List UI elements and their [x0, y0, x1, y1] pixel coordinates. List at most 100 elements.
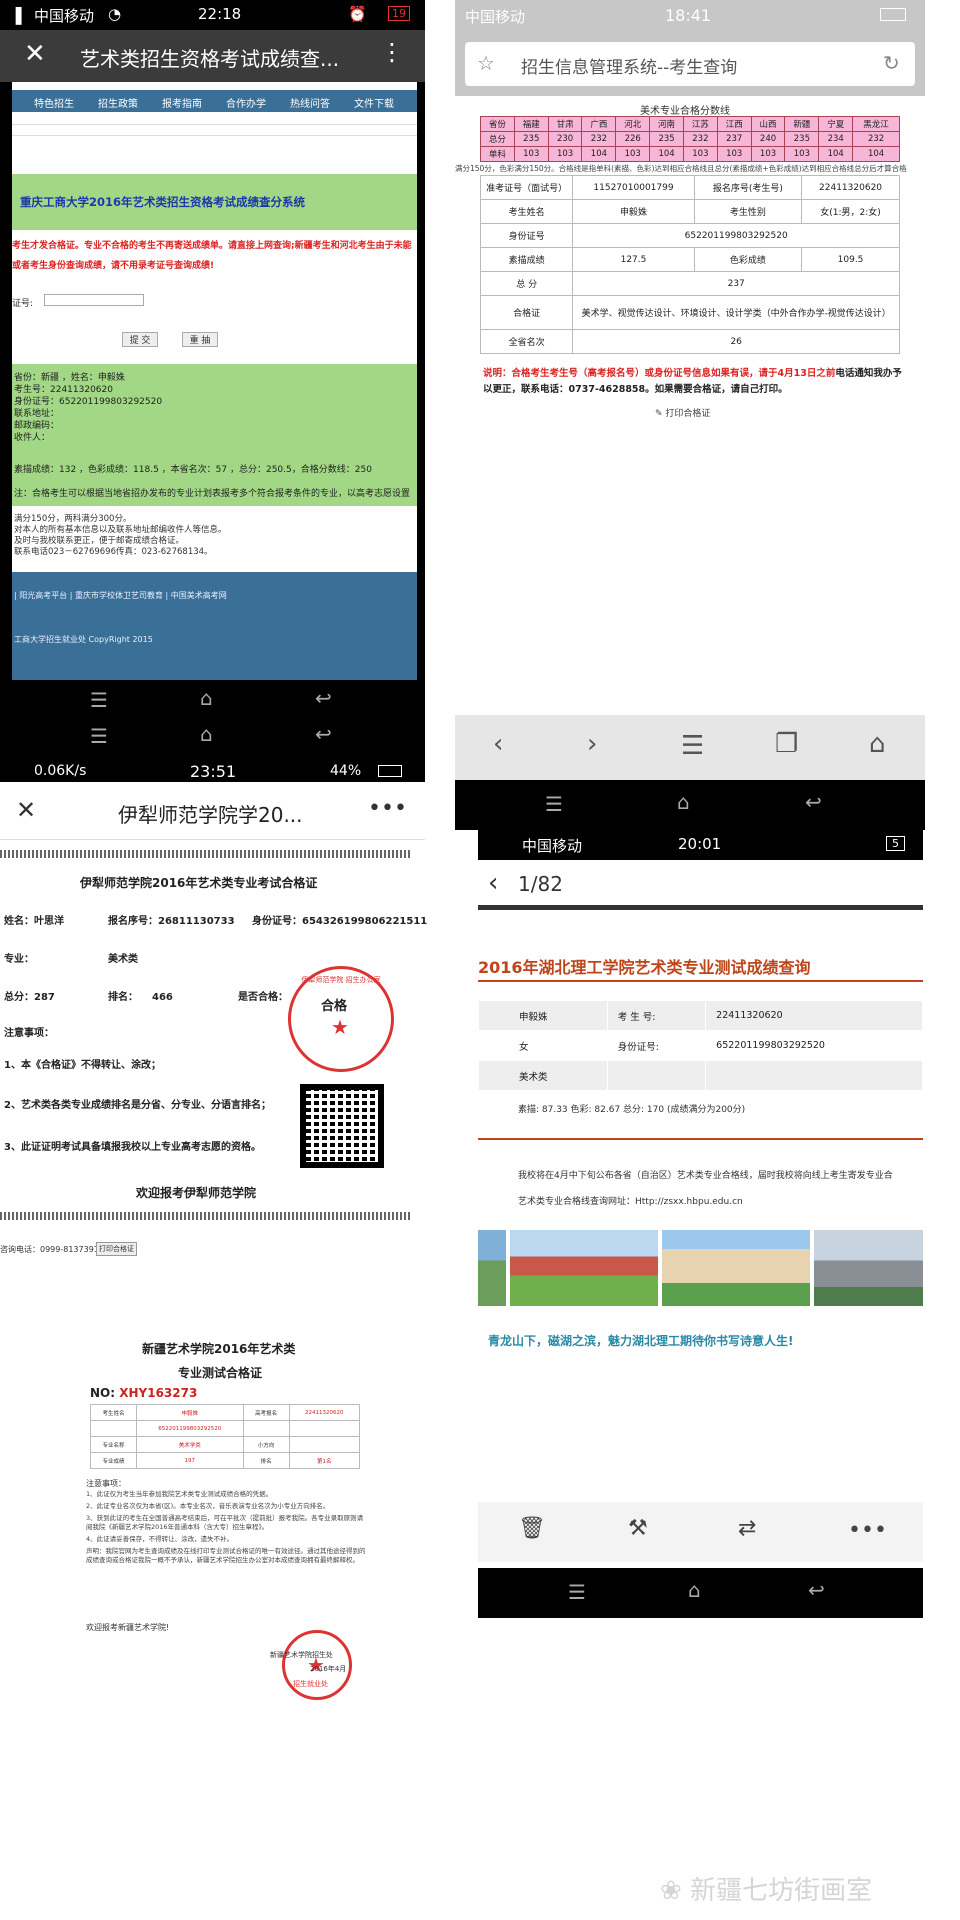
result-label: 报名序号(考生号)	[693, 175, 803, 200]
result-value: 11527010001799	[572, 175, 695, 200]
trash-icon[interactable]: 🗑	[518, 1516, 546, 1541]
more-icon[interactable]: ⋮	[380, 38, 404, 66]
cert-grid-label: 高考报名	[242, 1404, 290, 1421]
nav-item-guide[interactable]: 报考指南	[158, 90, 222, 112]
page-title: 伊犁师范学院学20...	[118, 803, 303, 827]
cert-grid-value: 第1名	[288, 1452, 361, 1469]
result-label: 全省名次	[479, 329, 574, 354]
id-input[interactable]	[44, 294, 144, 306]
line-table: 省份 福建 甘肃 广西 河北 河南 江苏 江西 山西 新疆 宁夏 黑龙江 总分 235 230 232 226 2…	[480, 116, 900, 162]
more-icon[interactable]: •••	[848, 1518, 887, 1543]
result-row: 身份证号 652201199803292520	[479, 223, 900, 248]
star-icon[interactable]: ☆	[477, 51, 495, 75]
page-header: ‹ 1/82	[478, 860, 923, 910]
menu-icon[interactable]: ☰	[681, 731, 704, 761]
print-label: 打印合格证	[665, 409, 711, 419]
welcome-text: 欢迎报考新疆艺术学院!	[86, 1623, 170, 1632]
cert-grid-value: 22411320620	[288, 1404, 361, 1421]
cert-border-bottom	[0, 1212, 410, 1220]
back-icon[interactable]: ‹	[488, 868, 498, 898]
home-icon[interactable]: ⌂	[688, 1578, 701, 1602]
print-button[interactable]: ✎ 打印合格证	[655, 406, 710, 419]
cert-grid-value: 197	[135, 1452, 244, 1469]
result-value: 652201199803292520	[572, 223, 900, 248]
site-nav: 特色招生 招生政策 报考指南 合作办学 热线问答 文件下载	[12, 90, 417, 112]
submit-button[interactable]: 提 交	[122, 332, 158, 347]
info-line: 身份证号：652201199803292520	[14, 397, 163, 407]
cert-grid-value: 申毅姝	[135, 1404, 244, 1421]
menu-icon[interactable]: ☰	[568, 1580, 586, 1604]
line-table-cell: 234	[818, 131, 854, 147]
home-icon[interactable]: ⌂	[200, 686, 213, 710]
line-table-cell: 104	[581, 146, 617, 162]
nav-item-0[interactable]	[12, 90, 30, 112]
name-text: 姓名：叶思洋	[4, 916, 64, 927]
nav-item-faq[interactable]: 热线问答	[286, 90, 350, 112]
wechat-icon: ❀	[660, 1876, 682, 1906]
cert-grid-value	[288, 1436, 361, 1453]
score-cell: 652201199803292520	[705, 1030, 923, 1061]
cert-grid-label: 考生姓名	[90, 1404, 137, 1421]
nav-item-download[interactable]: 文件下载	[350, 90, 414, 112]
menu-icon[interactable]: ☰	[545, 792, 563, 816]
campus-photo	[509, 1230, 658, 1306]
carrier-label: 中国移动	[522, 837, 583, 855]
result-label: 总 分	[479, 271, 574, 296]
cert-grid-value: 美术学类	[135, 1436, 244, 1453]
cert-grid-label: 排名	[242, 1452, 290, 1469]
home-icon[interactable]: ⌂	[677, 790, 690, 814]
line-table-row: 总分 235 230 232 226 235 232 237 240 235 234 232	[480, 131, 900, 147]
share-icon[interactable]: ⇄	[738, 1516, 756, 1541]
refresh-icon[interactable]: ↻	[883, 51, 900, 75]
nav-item-policy[interactable]: 招生政策	[94, 90, 158, 112]
explain-red: 合格考生考生号（高考报名号）或身份证号信息如果有误，请于4月13日之前	[511, 368, 836, 379]
nav-bar: ☰ ⌂ ↩ ☰ ⌂ ↩	[0, 680, 425, 760]
regno-text: 报名序号：26811130733	[108, 916, 235, 927]
print-button[interactable]: 打印合格证	[96, 1242, 137, 1256]
nav-item-special[interactable]: 特色招生	[30, 90, 94, 112]
line-table-cell: 甘肃	[547, 116, 583, 132]
forward-icon[interactable]: ›	[587, 729, 597, 759]
line-table-cell: 江苏	[682, 116, 718, 132]
line-table-cell: 总分	[480, 131, 515, 147]
line-table-cell: 103	[682, 146, 718, 162]
line-table-cell: 235	[784, 131, 820, 147]
tabs-icon[interactable]: ❐	[775, 729, 798, 759]
more-icon[interactable]: •••	[368, 796, 407, 821]
result-value: 237	[572, 271, 900, 296]
url-bar[interactable]: ☆ 招生信息管理系统--考生查询 ↻	[465, 42, 915, 86]
reset-button[interactable]: 重 抽	[182, 332, 218, 347]
line-table-cell: 103	[716, 146, 752, 162]
line-table-cell: 104	[818, 146, 854, 162]
menu-icon[interactable]: ☰	[90, 724, 108, 748]
close-icon[interactable]: ✕	[24, 39, 46, 69]
back-icon[interactable]: ↩	[315, 722, 332, 746]
note: 3、此证证明考试具备填报我校以上专业高考志愿的资格。	[4, 1142, 261, 1153]
back-icon[interactable]: ↩	[315, 686, 332, 710]
campus-photo	[661, 1230, 811, 1306]
footer-links[interactable]: | 阳光高考平台 | 重庆市学校体卫艺司教育 | 中国美术高考网	[14, 590, 227, 601]
section-rule	[478, 1138, 923, 1140]
nav-item-coop[interactable]: 合作办学	[222, 90, 286, 112]
home-icon[interactable]: ⌂	[869, 729, 886, 759]
score-cell: 22411320620	[705, 1000, 923, 1031]
line-table-cell: 山西	[750, 116, 786, 132]
close-icon[interactable]: ✕	[16, 796, 36, 824]
back-icon[interactable]: ↩	[805, 790, 822, 814]
note: 声明：我院官网为考生查询成绩及在线打印专业测试合格证的唯一有效途径。通过其他途径…	[86, 1547, 366, 1564]
welcome-text: 欢迎报考伊犁师范学院	[136, 1186, 257, 1200]
magic-wand-icon[interactable]: ⚒	[628, 1516, 648, 1541]
print-icon: ✎	[655, 409, 663, 419]
score-row: 美术类	[478, 1060, 923, 1091]
back-icon[interactable]: ↩	[808, 1578, 825, 1602]
home-icon[interactable]: ⌂	[200, 722, 213, 746]
cert-title: 伊犁师范学院2016年艺术类专业考试合格证	[80, 876, 318, 890]
cert-grid-row: 专业名称 美术学类 小方向	[90, 1436, 361, 1453]
major-label: 专业：	[4, 954, 34, 965]
line-table-cell: 广西	[581, 116, 617, 132]
back-icon[interactable]: ‹	[493, 729, 503, 759]
score-row: 女身份证号: 652201199803292520	[478, 1030, 923, 1061]
result-value: 22411320620	[801, 175, 900, 200]
menu-icon[interactable]: ☰	[90, 688, 108, 712]
notice-1: 考生才发合格证。专业不合格的考生不再寄送成绩单。请直接上网查询;新疆考生和河北考…	[12, 241, 412, 251]
